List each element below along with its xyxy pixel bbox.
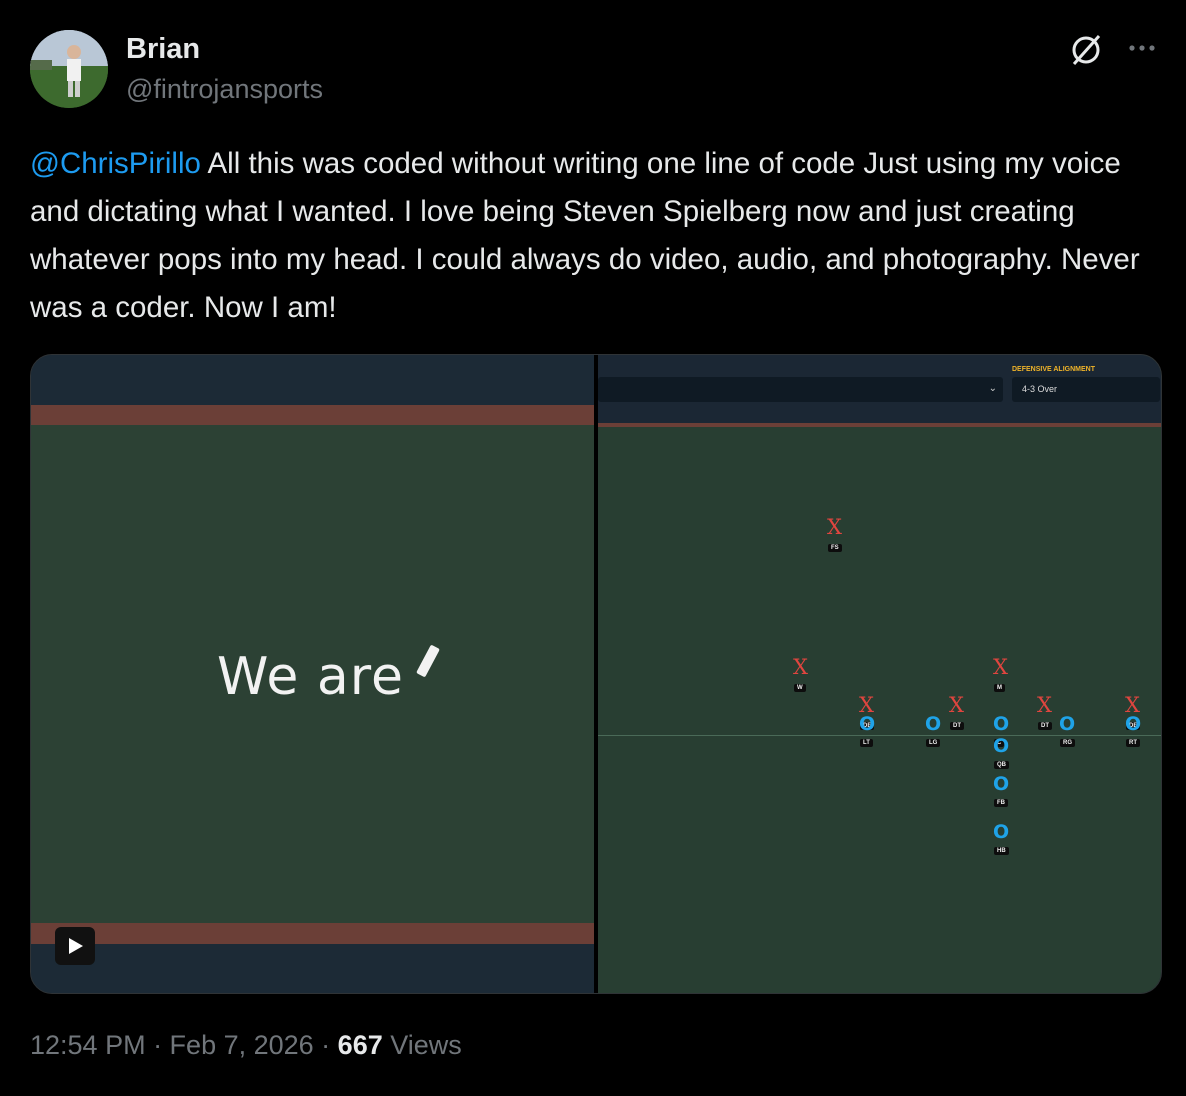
author-name[interactable]: Brian (126, 33, 200, 66)
defense-label-fs: FS (828, 544, 842, 552)
author-handle[interactable]: @fintrojansports (126, 74, 323, 105)
offense-marker-fb[interactable]: O (993, 773, 1009, 795)
defense-marker-m[interactable]: X (993, 655, 1008, 679)
author-avatar[interactable] (30, 30, 108, 108)
chalkboard-rail-bottom (31, 923, 594, 944)
playbook-toolbar: DEFENSIVE ALIGNMENT ⌄ 4-3 Over (598, 355, 1161, 423)
offense-label-rt: RT (1126, 739, 1140, 747)
views-label: Views (382, 1030, 462, 1060)
defense-label-m: M (994, 684, 1005, 692)
offense-label-fb: FB (994, 799, 1008, 807)
offense-marker-rt[interactable]: O (1125, 713, 1141, 735)
offense-marker-lt[interactable]: O (859, 713, 875, 735)
alignment-value: 4-3 Over (1022, 384, 1058, 394)
offense-marker-lg[interactable]: O (925, 713, 941, 735)
playbook-pane: DEFENSIVE ALIGNMENT ⌄ 4-3 Over X FS X W X M X D… (598, 355, 1161, 993)
defense-marker-fs[interactable]: X (827, 515, 842, 539)
tweet-meta: 12:54 PM · Feb 7, 2026 · 667 Views (30, 1030, 462, 1061)
offense-marker-hb[interactable]: O (993, 821, 1009, 843)
video-media[interactable]: We are DEFENSIVE ALIGNMENT ⌄ 4-3 Over XF… (30, 354, 1162, 994)
offense-label-qb: QB (994, 761, 1009, 769)
line-of-scrimmage (598, 735, 1161, 736)
offense-marker-c[interactable]: O (993, 713, 1009, 735)
defense-label-w: W (794, 684, 806, 692)
defensive-alignment-label: DEFENSIVE ALIGNMENT (1012, 366, 1095, 373)
defensive-alignment-select[interactable]: 4-3 Over (1012, 377, 1160, 402)
defense-marker-dt[interactable]: X (1037, 693, 1052, 717)
chalkboard-rail-top (31, 405, 594, 426)
offense-label-rg: RG (1060, 739, 1075, 747)
defense-marker-dt[interactable]: X (949, 693, 964, 717)
chalkboard-pane: We are (31, 355, 594, 993)
offense-label-hb: HB (994, 847, 1009, 855)
defense-marker-w[interactable]: X (793, 655, 808, 679)
more-icon[interactable] (1124, 30, 1160, 66)
play-icon[interactable] (55, 927, 95, 965)
defense-label-dt: DT (950, 722, 964, 730)
chevron-down-icon: ⌄ (988, 383, 997, 394)
offense-marker-rg[interactable]: O (1059, 713, 1075, 735)
offense-label-lt: LT (860, 739, 873, 747)
views-count: 667 (337, 1030, 383, 1060)
formation-select[interactable]: ⌄ (598, 377, 1003, 402)
chalk-text: We are (217, 647, 404, 707)
defense-label-dt: DT (1038, 722, 1052, 730)
field-rail (598, 423, 1161, 427)
grok-icon[interactable] (1066, 30, 1106, 70)
offense-label-lg: LG (926, 739, 941, 747)
mention-link[interactable]: @ChrisPirillo (30, 147, 201, 180)
tweet-text: @ChrisPirillo All this was coded without… (30, 140, 1160, 332)
timestamp[interactable]: 12:54 PM · Feb 7, 2026 · (30, 1030, 338, 1060)
offense-marker-qb[interactable]: O (993, 735, 1009, 757)
